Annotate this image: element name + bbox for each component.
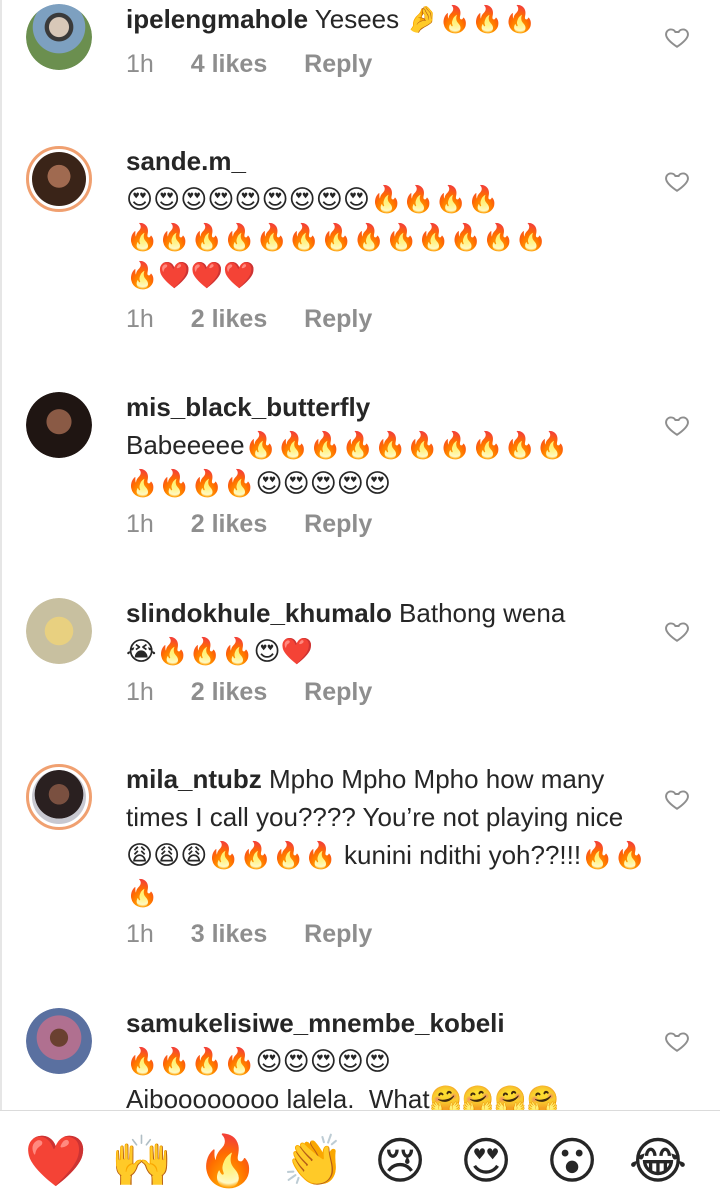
- reply-button[interactable]: Reply: [304, 305, 372, 334]
- like-heart-icon[interactable]: [664, 1028, 690, 1054]
- comment-username[interactable]: mis_black_butterfly: [126, 392, 370, 422]
- red-heart-reaction-icon[interactable]: ❤️: [24, 1129, 88, 1193]
- comment-time: 1h: [126, 305, 154, 333]
- avatar[interactable]: [26, 146, 92, 212]
- comment-username[interactable]: slindokhule_khumalo: [126, 598, 392, 628]
- avatar[interactable]: [26, 1008, 92, 1074]
- like-heart-icon[interactable]: [664, 412, 690, 438]
- avatar[interactable]: [26, 764, 92, 830]
- comment-username[interactable]: mila_ntubz: [126, 764, 262, 794]
- comment-username[interactable]: ipelengmahole: [126, 4, 308, 34]
- comment-text: Yesees 🤌🔥🔥🔥: [308, 4, 536, 34]
- reply-button[interactable]: Reply: [304, 50, 372, 79]
- comment-text: Babeeeee🔥🔥🔥🔥🔥🔥🔥🔥🔥🔥 🔥🔥🔥🔥😍😍😍😍😍: [126, 430, 569, 498]
- comment-text: 😍😍😍😍😍😍😍😍😍🔥🔥🔥🔥 🔥🔥🔥🔥🔥🔥🔥🔥🔥🔥🔥🔥🔥 🔥❤️❤️❤️: [126, 184, 547, 290]
- reply-button[interactable]: Reply: [304, 510, 372, 539]
- comment-time: 1h: [126, 678, 154, 706]
- avatar[interactable]: [26, 4, 92, 70]
- comment-text: 🔥🔥🔥🔥😍😍😍😍😍 Aiboooooooo lalela. What🤗🤗🤗🤗: [126, 1046, 560, 1110]
- like-heart-icon[interactable]: [664, 168, 690, 194]
- crying-face-reaction-icon[interactable]: 😢: [368, 1129, 432, 1193]
- comment-likes[interactable]: 2 likes: [191, 678, 267, 707]
- avatar[interactable]: [26, 392, 92, 458]
- comment-likes[interactable]: 4 likes: [191, 50, 267, 79]
- avatar[interactable]: [26, 598, 92, 664]
- laughing-tears-reaction-icon[interactable]: 😂: [626, 1129, 690, 1193]
- comment-username[interactable]: samukelisiwe_mnembe_kobeli: [126, 1008, 505, 1038]
- comment-username[interactable]: sande.m_: [126, 146, 246, 176]
- comment-time: 1h: [126, 920, 154, 948]
- comment-time: 1h: [126, 510, 154, 538]
- comment-likes[interactable]: 2 likes: [191, 510, 267, 539]
- fire-reaction-icon[interactable]: 🔥: [196, 1129, 260, 1193]
- reply-button[interactable]: Reply: [304, 920, 372, 949]
- clapping-hands-reaction-icon[interactable]: 👏: [282, 1129, 346, 1193]
- like-heart-icon[interactable]: [664, 618, 690, 644]
- like-heart-icon[interactable]: [664, 786, 690, 812]
- comments-list: ipelengmahole Yesees 🤌🔥🔥🔥 1h 4 likes Rep…: [0, 0, 720, 1110]
- like-heart-icon[interactable]: [664, 24, 690, 50]
- emoji-reaction-bar: ❤️ 🙌 🔥 👏 😢 😍 😮 😂: [0, 1111, 720, 1195]
- comment-likes[interactable]: 3 likes: [191, 920, 267, 949]
- comment-likes[interactable]: 2 likes: [191, 305, 267, 334]
- raising-hands-reaction-icon[interactable]: 🙌: [110, 1129, 174, 1193]
- heart-eyes-reaction-icon[interactable]: 😍: [454, 1129, 518, 1193]
- comment-time: 1h: [126, 50, 154, 78]
- reply-button[interactable]: Reply: [304, 678, 372, 707]
- surprised-face-reaction-icon[interactable]: 😮: [540, 1129, 604, 1193]
